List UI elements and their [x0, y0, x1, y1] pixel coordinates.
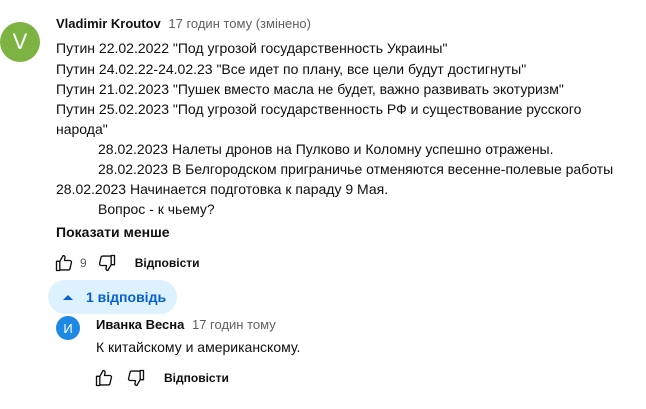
replies-toggle-button[interactable]: 1 відповідь: [48, 280, 177, 314]
comment-timestamp[interactable]: 17 годин тому (змінено): [168, 16, 311, 31]
comment-text-line: Вопрос - к чьему?: [98, 201, 215, 217]
reply-timestamp[interactable]: 17 годин тому: [192, 317, 276, 332]
chevron-up-icon: [62, 293, 74, 301]
comment-text-line: 28.02.2023 Начинается подготовка к парад…: [56, 181, 389, 197]
thumb-down-icon[interactable]: [124, 366, 148, 390]
comment-actions: 9 Відповісти: [52, 251, 200, 275]
thumb-up-icon[interactable]: [52, 251, 76, 275]
comment-text-line: 28.02.2023 В Белгородском приграничье от…: [98, 161, 614, 177]
author-avatar[interactable]: V: [0, 22, 40, 62]
reply-button[interactable]: Відповісти: [164, 371, 229, 385]
reply-text: К китайскому и американскому.: [96, 339, 301, 355]
reply-author-name[interactable]: Иванка Весна: [96, 317, 184, 332]
thumb-up-icon[interactable]: [92, 366, 116, 390]
reply-header: Иванка Весна 17 годин тому: [96, 317, 276, 332]
avatar-letter: V: [12, 29, 28, 54]
comment-text-line: Путин 21.02.2023 "Пушек вместо масла не …: [56, 81, 564, 97]
like-count: 9: [80, 256, 87, 270]
comment-text-line: Путин 22.02.2022 "Под угрозой государств…: [56, 40, 448, 56]
author-name[interactable]: Vladimir Kroutov: [56, 16, 161, 31]
show-less-button[interactable]: Показати менше: [56, 224, 170, 240]
comment-text-line: Путин 25.02.2023 "Под угрозой государств…: [56, 101, 582, 117]
comment-text-line: народа": [56, 121, 108, 137]
comment-header: Vladimir Kroutov 17 годин тому (змінено): [56, 16, 311, 31]
comment-text-line: 28.02.2023 Налеты дронов на Пулково и Ко…: [98, 141, 554, 157]
reply-button[interactable]: Відповісти: [135, 256, 200, 270]
comment-text-line: Путин 24.02.22-24.02.23 "Все идет по пла…: [56, 61, 527, 77]
avatar-letter: И: [63, 320, 73, 336]
replies-count-label: 1 відповідь: [86, 289, 167, 305]
thumb-down-icon[interactable]: [95, 251, 119, 275]
reply-author-avatar[interactable]: И: [56, 316, 80, 340]
reply-actions: Відповісти: [92, 366, 229, 390]
